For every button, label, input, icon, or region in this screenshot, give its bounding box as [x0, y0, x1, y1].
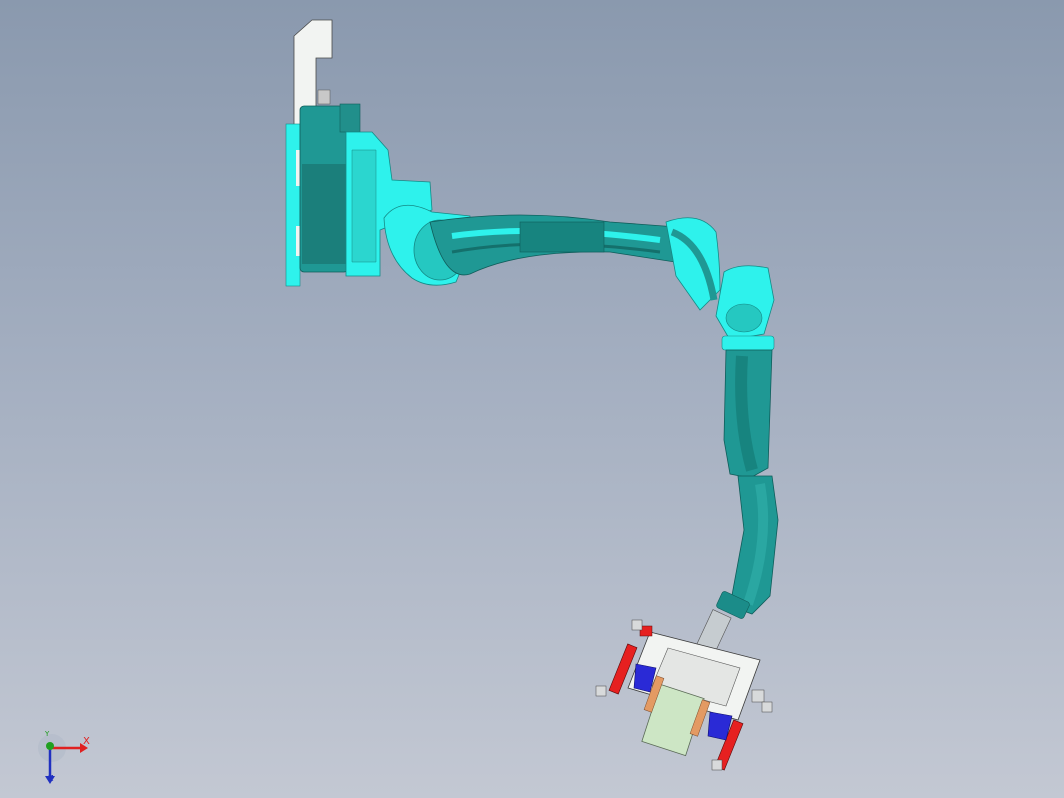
forearm[interactable] — [715, 265, 779, 620]
base-cylinder — [302, 164, 346, 264]
base-bolt — [317, 89, 331, 105]
bolt — [631, 619, 643, 631]
robot-arm-model[interactable] — [0, 0, 1064, 798]
axis-y-label: Y — [45, 730, 50, 738]
coordinate-triad: X Y Z — [36, 728, 106, 788]
bolt — [711, 759, 723, 771]
bolt — [751, 689, 765, 703]
upper-arm[interactable] — [383, 204, 721, 311]
bolt — [761, 701, 773, 713]
forearm-collar — [721, 335, 775, 351]
graphics-viewport[interactable]: X Y Z — [0, 0, 1064, 798]
base-flange — [285, 123, 301, 287]
turret-face — [351, 149, 377, 263]
axis-x-label: X — [83, 736, 90, 747]
bolt — [595, 685, 607, 697]
upper-arm-center — [519, 221, 605, 253]
gripper-tool[interactable] — [595, 609, 773, 771]
axis-z-label: Z — [48, 774, 54, 783]
base-top-block — [339, 103, 361, 133]
wrist-joint — [725, 303, 763, 333]
